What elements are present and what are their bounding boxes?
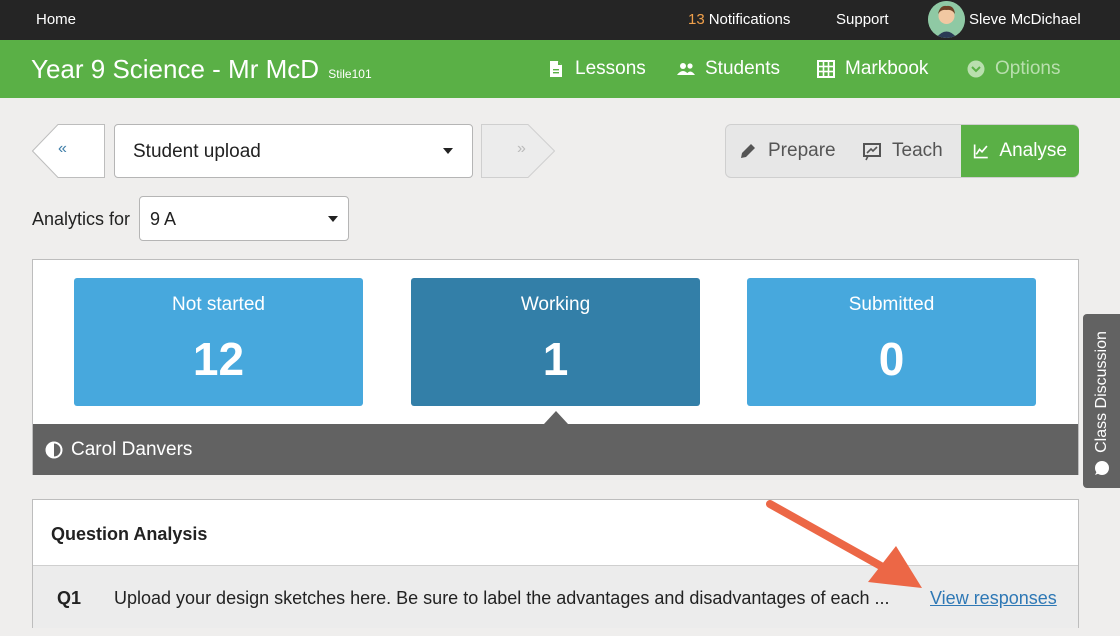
caret-down-icon [328, 216, 338, 222]
lesson-select[interactable]: Student upload [114, 124, 473, 178]
page-title: Year 9 Science - Mr McD Stile101 [31, 54, 372, 85]
submitted-label: Submitted [848, 294, 935, 315]
analyse-mode-button[interactable]: Analyse [961, 125, 1079, 177]
nav-students-label: Students [705, 58, 780, 79]
grid-icon [817, 60, 835, 78]
document-icon [550, 61, 562, 77]
class-discussion-label: Class Discussion [1092, 331, 1110, 453]
prepare-label: Prepare [768, 140, 836, 161]
line-chart-icon [973, 144, 988, 159]
nav-options[interactable]: Options [967, 58, 1060, 80]
presentation-icon [863, 143, 881, 161]
mode-toggle: Prepare Teach Analyse [725, 124, 1079, 178]
nav-students[interactable]: Students [677, 58, 780, 80]
working-card[interactable]: Working 1 [411, 278, 700, 406]
course-header: Year 9 Science - Mr McD Stile101 Lessons… [0, 40, 1120, 98]
prepare-mode-button[interactable]: Prepare [738, 125, 836, 177]
home-link[interactable]: Home [36, 11, 76, 28]
caret-down-icon [443, 148, 453, 154]
not-started-card[interactable]: Not started 12 [74, 278, 363, 406]
user-name[interactable]: Sleve McDichael [969, 11, 1081, 28]
next-lesson-button[interactable]: » [481, 124, 555, 178]
previous-lesson-button[interactable]: « [32, 124, 105, 178]
not-started-count: 12 [192, 333, 245, 385]
half-circle-icon [45, 441, 63, 458]
notifications-link[interactable]: 13 Notifications [688, 11, 790, 28]
nav-lessons-label: Lessons [575, 58, 646, 79]
support-link[interactable]: Support [836, 11, 889, 28]
student-name: Carol Danvers [71, 438, 193, 460]
teach-label: Teach [892, 140, 943, 161]
previous-arrow: « [58, 140, 67, 157]
working-label: Working [520, 294, 591, 315]
lesson-select-value: Student upload [133, 141, 261, 162]
notifications-label: Notifications [708, 11, 791, 28]
progress-panel: Not started 12 Working 1 Submitted 0 Car… [32, 259, 1079, 475]
course-title: Year 9 Science - Mr McD [31, 54, 320, 84]
view-responses-link[interactable]: View responses [930, 588, 1057, 609]
selection-pointer [544, 411, 568, 424]
nav-markbook-label: Markbook [845, 58, 929, 79]
working-count: 1 [542, 333, 569, 385]
class-discussion-tab[interactable]: Class Discussion [1083, 314, 1120, 488]
question-analysis-title: Question Analysis [51, 524, 208, 544]
avatar[interactable] [928, 1, 965, 38]
nav-options-label: Options [995, 58, 1061, 79]
pencil-icon [741, 144, 755, 158]
class-select[interactable]: 9 A [139, 196, 349, 241]
student-row[interactable]: Carol Danvers [33, 424, 1078, 475]
nav-lessons[interactable]: Lessons [547, 58, 646, 80]
next-arrow: » [517, 140, 526, 157]
submitted-count: 0 [878, 333, 905, 385]
people-icon [677, 63, 695, 75]
notification-count: 13 [688, 11, 705, 28]
not-started-label: Not started [172, 294, 265, 315]
chevron-circle-icon [967, 60, 985, 78]
analytics-for-label: Analytics for [32, 209, 131, 229]
top-bar: Home 13 Notifications Support Sleve McDic… [0, 0, 1120, 40]
question-number: Q1 [57, 588, 82, 608]
chat-bubble-icon [1095, 461, 1109, 475]
teach-mode-button[interactable]: Teach [862, 125, 943, 177]
submitted-card[interactable]: Submitted 0 [747, 278, 1036, 406]
course-code: Stile101 [328, 67, 372, 81]
analyse-label: Analyse [999, 140, 1067, 161]
class-select-value: 9 A [150, 209, 177, 229]
annotation-arrow-icon [766, 500, 922, 588]
nav-markbook[interactable]: Markbook [817, 58, 928, 80]
